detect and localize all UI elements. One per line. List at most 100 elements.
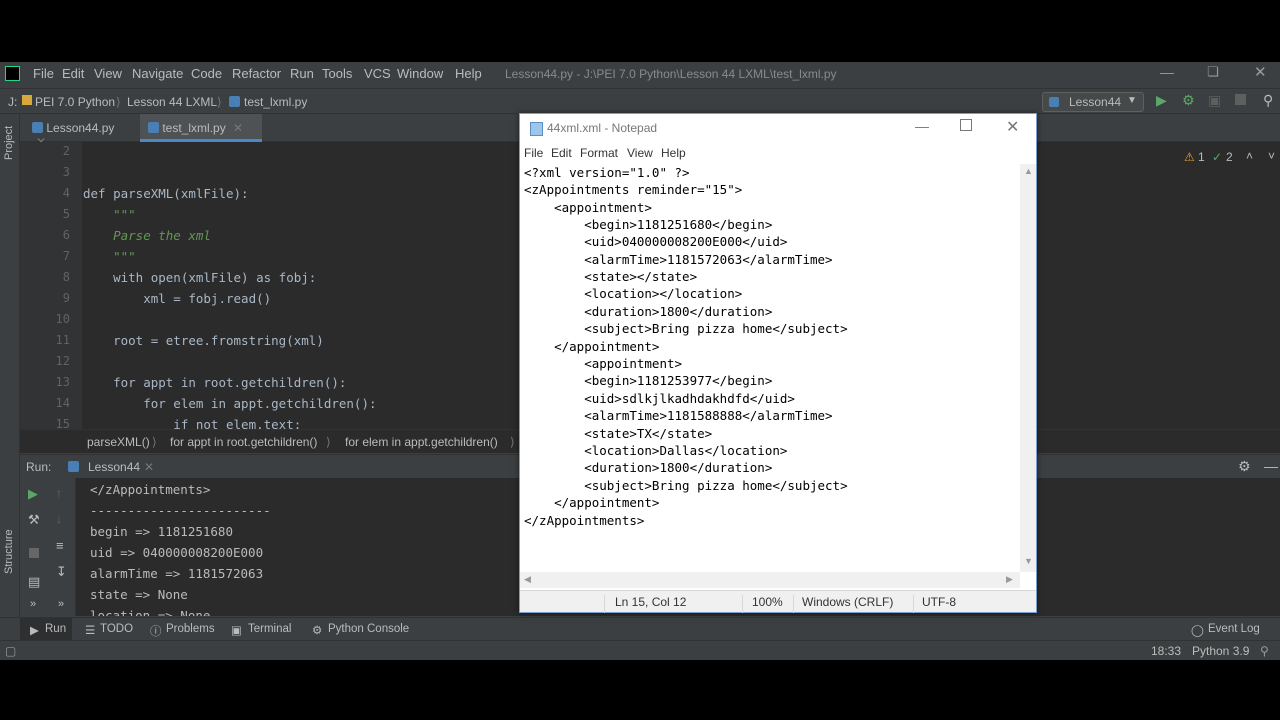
debug-icon[interactable]: ⚙ <box>1182 92 1195 109</box>
info-icon: ⓘ <box>150 626 162 638</box>
minimize-icon[interactable]: — <box>915 118 929 134</box>
arrow-down-icon[interactable]: ↓ <box>56 512 62 526</box>
console-line: state => None <box>90 587 188 602</box>
chevron-down-icon: ▼ <box>1127 95 1137 106</box>
menu-vcs[interactable]: VCS <box>364 66 391 81</box>
code-line: """ <box>83 207 136 222</box>
scroll-to-end-icon[interactable]: ↧ <box>56 564 67 580</box>
close-icon[interactable]: ✕ <box>1254 63 1267 81</box>
menu-window[interactable]: Window <box>397 66 443 81</box>
menu-help[interactable]: Help <box>455 66 482 81</box>
menu-file[interactable]: File <box>33 66 54 81</box>
chevron-up-icon[interactable]: ˄ <box>1246 149 1253 163</box>
menu-refactor[interactable]: Refactor <box>232 66 281 81</box>
chevron-right-icon: ⟩ <box>510 435 515 449</box>
interpreter-label[interactable]: Python 3.9 <box>1192 644 1249 658</box>
project-tool-button[interactable]: Project <box>3 126 15 160</box>
check-icon[interactable]: ✓ <box>1212 150 1222 164</box>
minimize-panel-icon[interactable]: — <box>1264 458 1278 474</box>
zoom-level: 100% <box>752 595 783 609</box>
breadcrumb-for-appt[interactable]: for appt in root.getchildren() <box>170 435 317 449</box>
text-line: </appointment> <box>524 339 660 354</box>
lock-icon[interactable]: ⚲ <box>1260 644 1269 658</box>
tool-tab-python-console[interactable]: Python Console <box>328 623 409 635</box>
python-file-icon <box>229 96 240 107</box>
text-line: <duration>1800</duration> <box>524 460 773 475</box>
cursor-position[interactable]: 18:33 <box>1151 644 1181 658</box>
tool-tab-run[interactable]: Run <box>45 623 66 635</box>
text-line: <location></location> <box>524 286 743 301</box>
minimize-icon[interactable]: — <box>1160 64 1174 80</box>
scroll-right-icon[interactable]: ▶ <box>1006 574 1013 585</box>
warning-icon[interactable]: ⚠ <box>1184 150 1195 164</box>
more-icon[interactable]: » <box>30 598 36 610</box>
soft-wrap-icon[interactable]: ≡ <box>56 538 64 553</box>
run-config-select[interactable]: Lesson44 ▼ <box>1042 92 1144 112</box>
wrench-icon[interactable]: ⚒ <box>28 512 40 528</box>
weak-warning-count: 2 <box>1226 150 1233 164</box>
tool-tab-event-log[interactable]: Event Log <box>1208 623 1260 635</box>
navigation-bar: J: PEI 7.0 Python ⟩ Lesson 44 LXML ⟩ tes… <box>0 88 1280 114</box>
notepad-icon <box>530 122 543 136</box>
tool-tab-problems[interactable]: Problems <box>166 623 215 635</box>
breadcrumb-function[interactable]: parseXML() <box>87 435 150 449</box>
vertical-scrollbar[interactable]: ▲ ▼ <box>1020 164 1036 572</box>
play-icon: ▶ <box>30 625 39 637</box>
menu-code[interactable]: Code <box>191 66 222 81</box>
stop-icon[interactable] <box>29 548 39 558</box>
run-tab-label[interactable]: Lesson44 <box>88 460 140 474</box>
console-line: </zAppointments> <box>90 482 211 497</box>
restore-icon[interactable]: ❏ <box>1207 64 1219 80</box>
menu-tools[interactable]: Tools <box>322 66 352 81</box>
horizontal-scrollbar[interactable]: ◀ ▶ <box>520 572 1020 588</box>
menu-view[interactable]: View <box>627 146 653 160</box>
menu-run[interactable]: Run <box>290 66 314 81</box>
scroll-up-icon[interactable]: ▲ <box>1024 166 1033 176</box>
close-tab-icon[interactable]: ✕ <box>233 121 243 135</box>
text-line: <appointment> <box>524 200 652 215</box>
tab-test-lxml[interactable]: test_lxml.py ✕ <box>140 114 262 142</box>
arrow-up-icon[interactable]: ↑ <box>56 486 62 500</box>
close-tab-icon[interactable]: ✕ <box>144 460 154 474</box>
rerun-icon[interactable]: ▶ <box>28 486 38 502</box>
tab-lesson44[interactable]: Lesson44.py ✕ <box>24 114 136 149</box>
menu-file[interactable]: File <box>524 146 543 160</box>
stop-icon[interactable] <box>1235 94 1246 105</box>
code-line: if not elem.text: <box>83 417 302 429</box>
breadcrumb-project[interactable]: PEI 7.0 Python <box>35 95 115 109</box>
left-tool-stripe: Project Structure <box>0 114 20 626</box>
text-line: <location>Dallas</location> <box>524 443 788 458</box>
more-icon[interactable]: » <box>58 598 64 610</box>
menu-help[interactable]: Help <box>661 146 686 160</box>
menu-navigate[interactable]: Navigate <box>132 66 183 81</box>
notepad-text-area[interactable]: <?xml version="1.0" ?> <zAppointments re… <box>520 164 1020 572</box>
chevron-down-icon[interactable]: ˅ <box>1268 149 1275 163</box>
drive-label[interactable]: J: <box>8 95 17 109</box>
scroll-left-icon[interactable]: ◀ <box>524 574 531 585</box>
code-line: Parse the xml <box>83 228 211 243</box>
breadcrumb-file[interactable]: test_lxml.py <box>244 95 307 109</box>
panel-toggle-icon[interactable]: ▢ <box>5 644 16 658</box>
maximize-icon[interactable] <box>960 119 972 131</box>
text-line: <subject>Bring pizza home</subject> <box>524 478 848 493</box>
code-line: """ <box>83 249 136 264</box>
run-icon[interactable]: ▶ <box>1156 92 1167 109</box>
menu-edit[interactable]: Edit <box>62 66 84 81</box>
notepad-title: 44xml.xml - Notepad <box>547 121 658 135</box>
scroll-down-icon[interactable]: ▼ <box>1024 556 1033 566</box>
breadcrumb-for-elem[interactable]: for elem in appt.getchildren() <box>345 435 498 449</box>
search-icon[interactable]: ⚲ <box>1263 92 1273 109</box>
line-number-gutter: 2 3 4 5 6 7 8 9 10 11 12 13 14 15 <box>20 142 82 429</box>
menu-edit[interactable]: Edit <box>551 146 572 160</box>
gear-icon[interactable]: ⚙ <box>1238 458 1251 475</box>
coverage-icon[interactable]: ▣ <box>1208 92 1221 109</box>
tool-tab-todo[interactable]: TODO <box>100 623 133 635</box>
tool-tab-terminal[interactable]: Terminal <box>248 623 291 635</box>
line-number: 12 <box>55 354 70 368</box>
structure-tool-button[interactable]: Structure <box>3 529 15 574</box>
menu-view[interactable]: View <box>94 66 122 81</box>
close-icon[interactable]: ✕ <box>1006 117 1019 137</box>
breadcrumb-folder[interactable]: Lesson 44 LXML <box>127 95 217 109</box>
menu-format[interactable]: Format <box>580 146 618 160</box>
layout-icon[interactable]: ▤ <box>28 574 40 590</box>
